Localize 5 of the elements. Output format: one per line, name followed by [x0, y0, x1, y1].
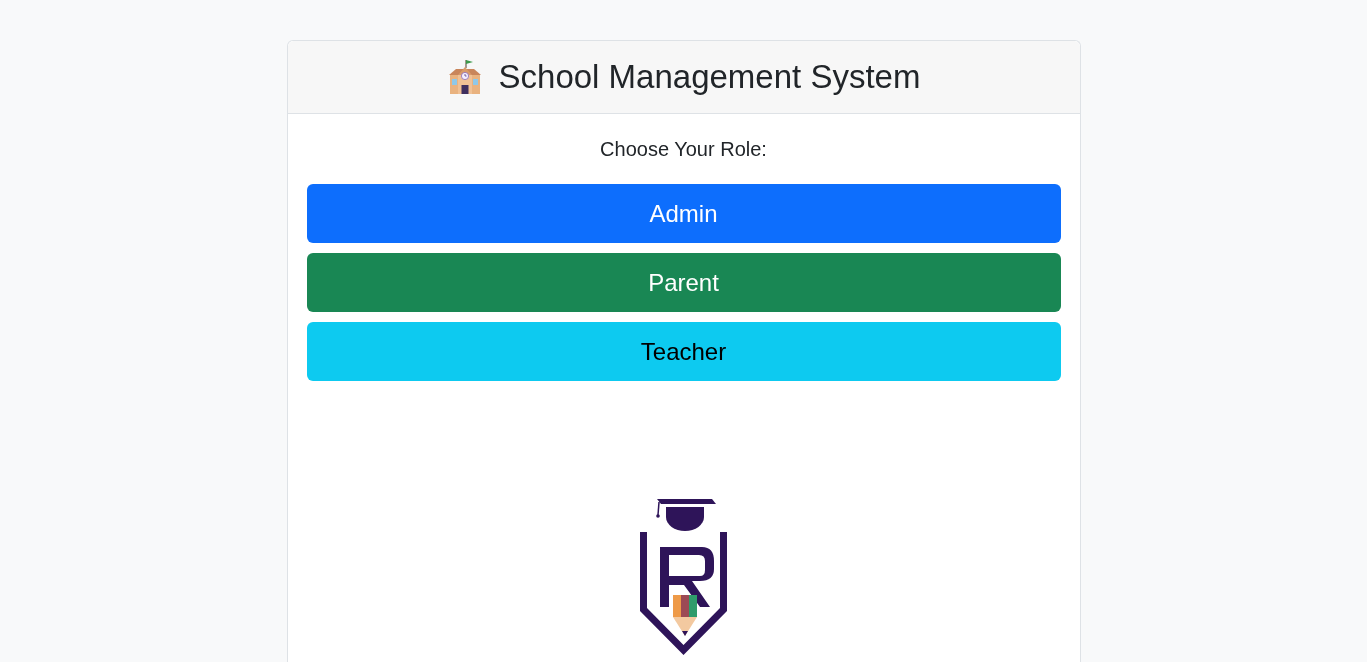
- role-prompt: Choose Your Role:: [600, 137, 767, 162]
- app-title: School Management System: [498, 57, 921, 97]
- role-button[interactable]: Teacher: [306, 322, 1061, 381]
- role-button[interactable]: Admin: [306, 184, 1061, 243]
- role-button[interactable]: Parent: [306, 253, 1061, 312]
